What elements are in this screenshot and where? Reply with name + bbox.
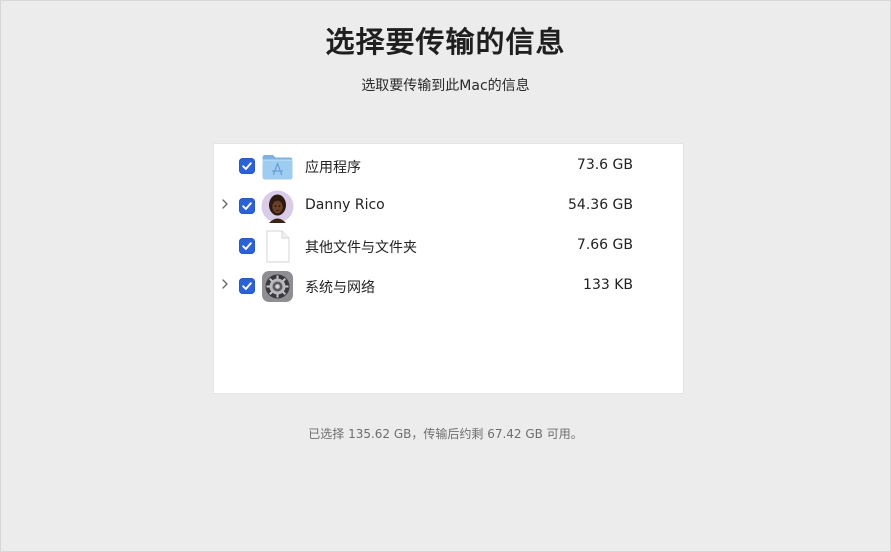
expand-chevron-icon[interactable] [218,197,232,215]
list-item-system-network[interactable]: 系统与网络 133 KB [214,266,683,306]
system-network-size: 133 KB [583,277,633,293]
expand-chevron-icon[interactable] [218,277,232,295]
other-files-size: 7.66 GB [576,237,633,253]
user-size: 54.36 GB [568,197,633,213]
document-icon [261,230,294,263]
applications-folder-icon [261,150,294,183]
list-item-user[interactable]: Danny Rico 54.36 GB [214,186,683,226]
system-network-label: 系统与网络 [305,280,375,296]
migration-window: 选择要传输的信息 选取要传输到此Mac的信息 应用程序 73.6 GB Dann… [0,0,891,552]
system-preferences-icon [261,270,294,303]
user-label: Danny Rico [305,197,385,213]
applications-checkbox[interactable] [239,158,255,174]
page-subtitle: 选取要传输到此Mac的信息 [361,78,530,94]
other-files-label: 其他文件与文件夹 [305,240,417,256]
transfer-items-list: 应用程序 73.6 GB Danny Rico 54.36 GB 其他文件与文件… [214,144,683,393]
applications-size: 73.6 GB [576,157,633,173]
list-item-other-files[interactable]: 其他文件与文件夹 7.66 GB [214,226,683,266]
applications-label: 应用程序 [305,160,361,176]
page-title: 选择要传输的信息 [325,25,566,59]
system-network-checkbox[interactable] [239,278,255,294]
list-item-applications[interactable]: 应用程序 73.6 GB [214,146,683,186]
other-files-checkbox[interactable] [239,238,255,254]
user-checkbox[interactable] [239,198,255,214]
space-summary: 已选择 135.62 GB，传输后约剩 67.42 GB 可用。 [308,427,583,441]
user-avatar-icon [261,190,294,223]
